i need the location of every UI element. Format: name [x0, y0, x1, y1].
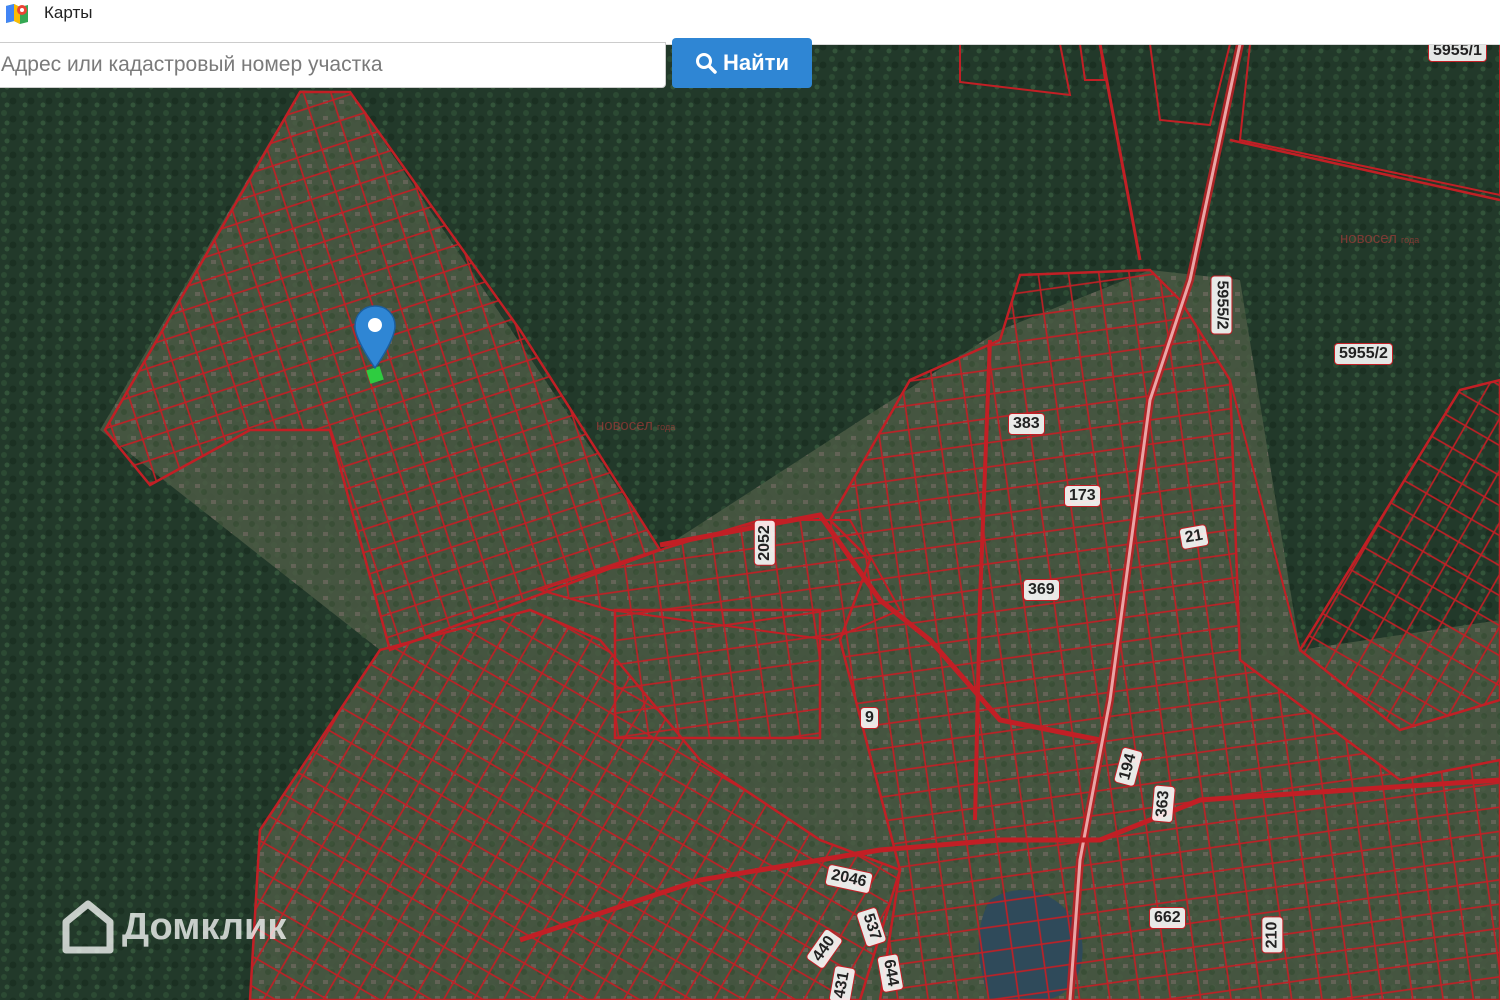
search-button-label: Найти: [723, 50, 789, 75]
parcel-label[interactable]: 9: [860, 707, 879, 729]
satellite-map: [0, 44, 1500, 1000]
parcel-label[interactable]: 2052: [753, 520, 776, 566]
parcel-label[interactable]: 369: [1023, 579, 1060, 601]
brand-watermark: Домклик: [62, 900, 286, 954]
parcel-label[interactable]: 5955/2: [1210, 275, 1233, 335]
parcel-label[interactable]: 210: [1261, 916, 1284, 954]
search-button[interactable]: Найти: [672, 38, 812, 88]
brand-watermark-text: Домклик: [122, 905, 287, 948]
search-input[interactable]: [0, 42, 666, 88]
parcel-label[interactable]: 5955/2: [1334, 343, 1393, 365]
location-pin-icon[interactable]: [353, 304, 397, 384]
parcel-label[interactable]: 363: [1150, 784, 1176, 824]
search-icon: [695, 52, 717, 74]
parcel-label[interactable]: 5955/1: [1428, 44, 1487, 62]
overlay-watermark: новосел года: [596, 417, 676, 434]
window-title: Карты: [44, 3, 93, 22]
overlay-watermark: новосел года: [1340, 230, 1420, 247]
parcel-label[interactable]: 173: [1064, 485, 1101, 507]
parcel-label[interactable]: 662: [1149, 907, 1186, 929]
map-view[interactable]: 5955/1 5955/2 5955/2 383 173 21 2052 369…: [0, 44, 1500, 1000]
parcel-label[interactable]: 383: [1008, 413, 1045, 435]
domclick-logo-icon: [62, 900, 114, 954]
maps-app-icon: [6, 4, 28, 24]
